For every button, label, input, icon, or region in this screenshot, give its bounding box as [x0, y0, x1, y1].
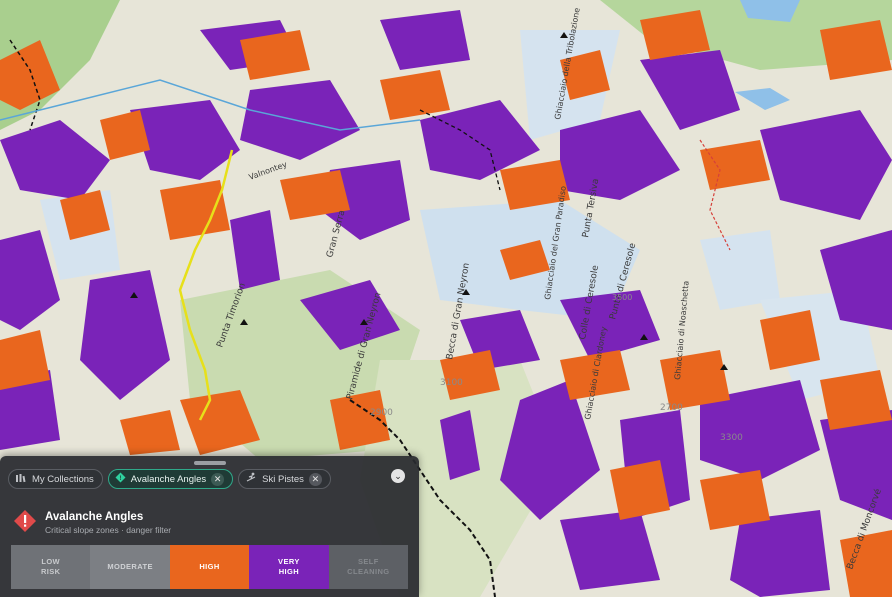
map-label: 3300 — [720, 433, 743, 443]
close-icon[interactable]: ✕ — [308, 472, 322, 486]
close-icon[interactable]: ✕ — [211, 472, 225, 486]
layer-subtitle: Critical slope zones · danger filter — [45, 525, 172, 535]
map-label: 3500 — [612, 293, 632, 302]
chip-ski-pistes[interactable]: Ski Pistes ✕ — [238, 469, 331, 489]
panel-drag-handle[interactable] — [194, 461, 226, 465]
chip-avalanche-angles[interactable]: ! Avalanche Angles ✕ — [107, 469, 234, 489]
chip-label: Avalanche Angles — [130, 473, 207, 485]
level-high[interactable]: HIGH — [169, 545, 250, 589]
svg-text:!: ! — [119, 476, 121, 482]
map-label: 3100 — [440, 378, 463, 388]
avalanche-icon: ! — [115, 472, 126, 486]
level-low-risk[interactable]: LOW RISK — [11, 545, 91, 589]
level-self-cleaning[interactable]: SELF CLEANING — [328, 545, 409, 589]
map-label: 2900 — [370, 408, 393, 418]
level-moderate[interactable]: MODERATE — [90, 545, 170, 589]
layer-header: Avalanche Angles Critical slope zones · … — [13, 509, 171, 535]
chevron-down-icon[interactable]: ⌄ — [391, 469, 405, 483]
level-very-high[interactable]: VERY HIGH — [249, 545, 329, 589]
chip-label: My Collections — [32, 473, 94, 485]
chip-my-collections[interactable]: My Collections — [8, 469, 103, 489]
ski-icon — [245, 472, 257, 486]
layer-title: Avalanche Angles — [45, 511, 144, 523]
collections-icon — [15, 473, 27, 486]
warning-icon — [14, 510, 36, 532]
map-label: 2700 — [660, 403, 683, 413]
chip-label: Ski Pistes — [262, 473, 304, 485]
danger-level-filter: LOW RISK MODERATE HIGH VERY HIGH SELF CL… — [11, 545, 409, 589]
layer-panel: My Collections ! Avalanche Angles ✕ Ski … — [0, 456, 419, 597]
layer-chips: My Collections ! Avalanche Angles ✕ Ski … — [8, 469, 331, 489]
